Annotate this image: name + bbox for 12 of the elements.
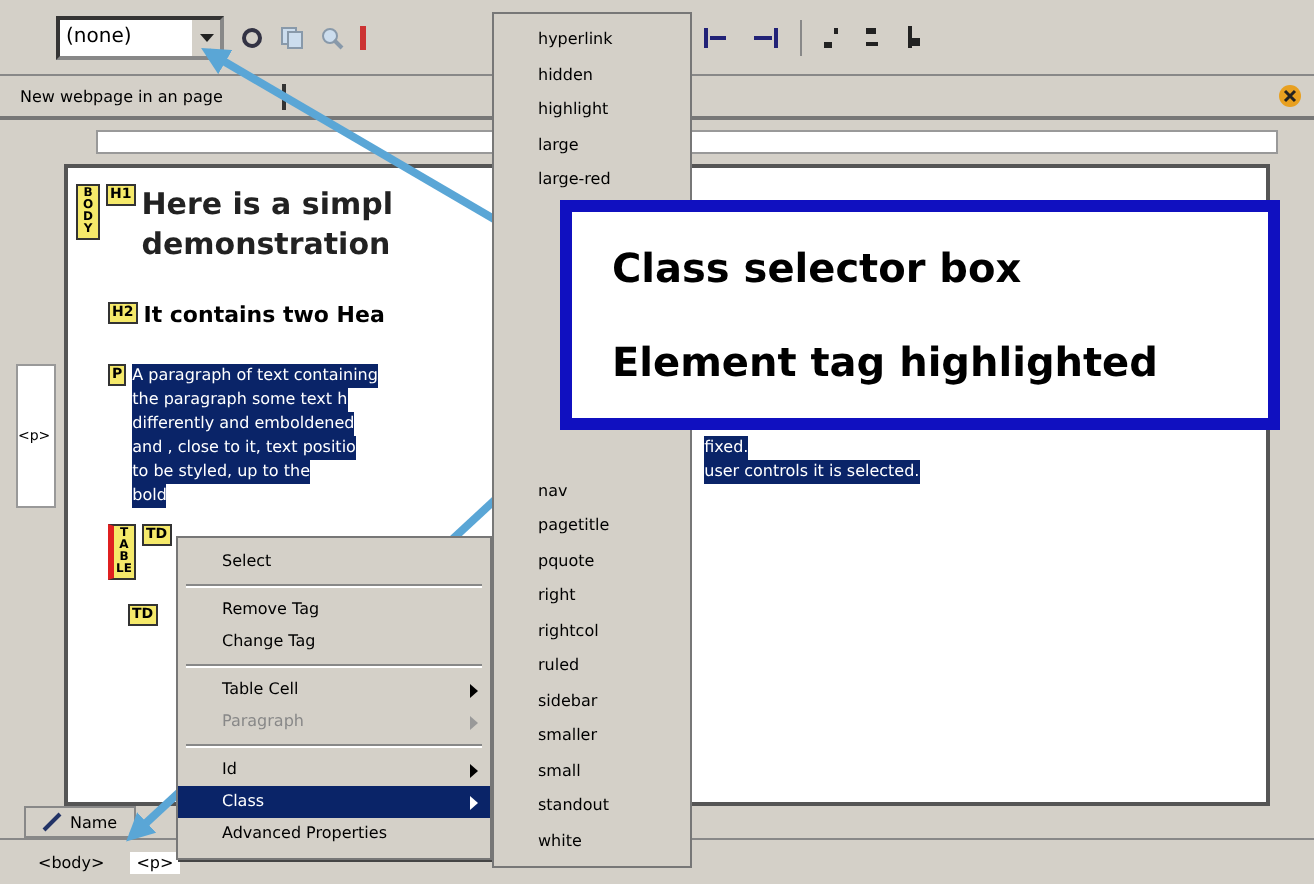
selected-text: to be styled, up to the xyxy=(132,459,310,483)
selected-text: the paragraph some text h xyxy=(132,387,348,411)
selected-text: fixed. xyxy=(704,435,749,459)
callout-text: Class selector box xyxy=(612,243,1024,292)
heading-text: It contains two Hea xyxy=(143,301,385,327)
selected-text: A paragraph of text containing xyxy=(132,363,378,387)
selected-text: differently and emboldened xyxy=(132,411,355,435)
selected-text: and , close to it, text positio xyxy=(132,435,356,459)
heading-text: Here is a simpl demonstration xyxy=(141,184,393,265)
callout-text: Element tag highlighted xyxy=(612,338,1160,387)
selected-text: bold xyxy=(132,483,167,507)
selected-text: user controls it is selected. xyxy=(704,459,920,483)
